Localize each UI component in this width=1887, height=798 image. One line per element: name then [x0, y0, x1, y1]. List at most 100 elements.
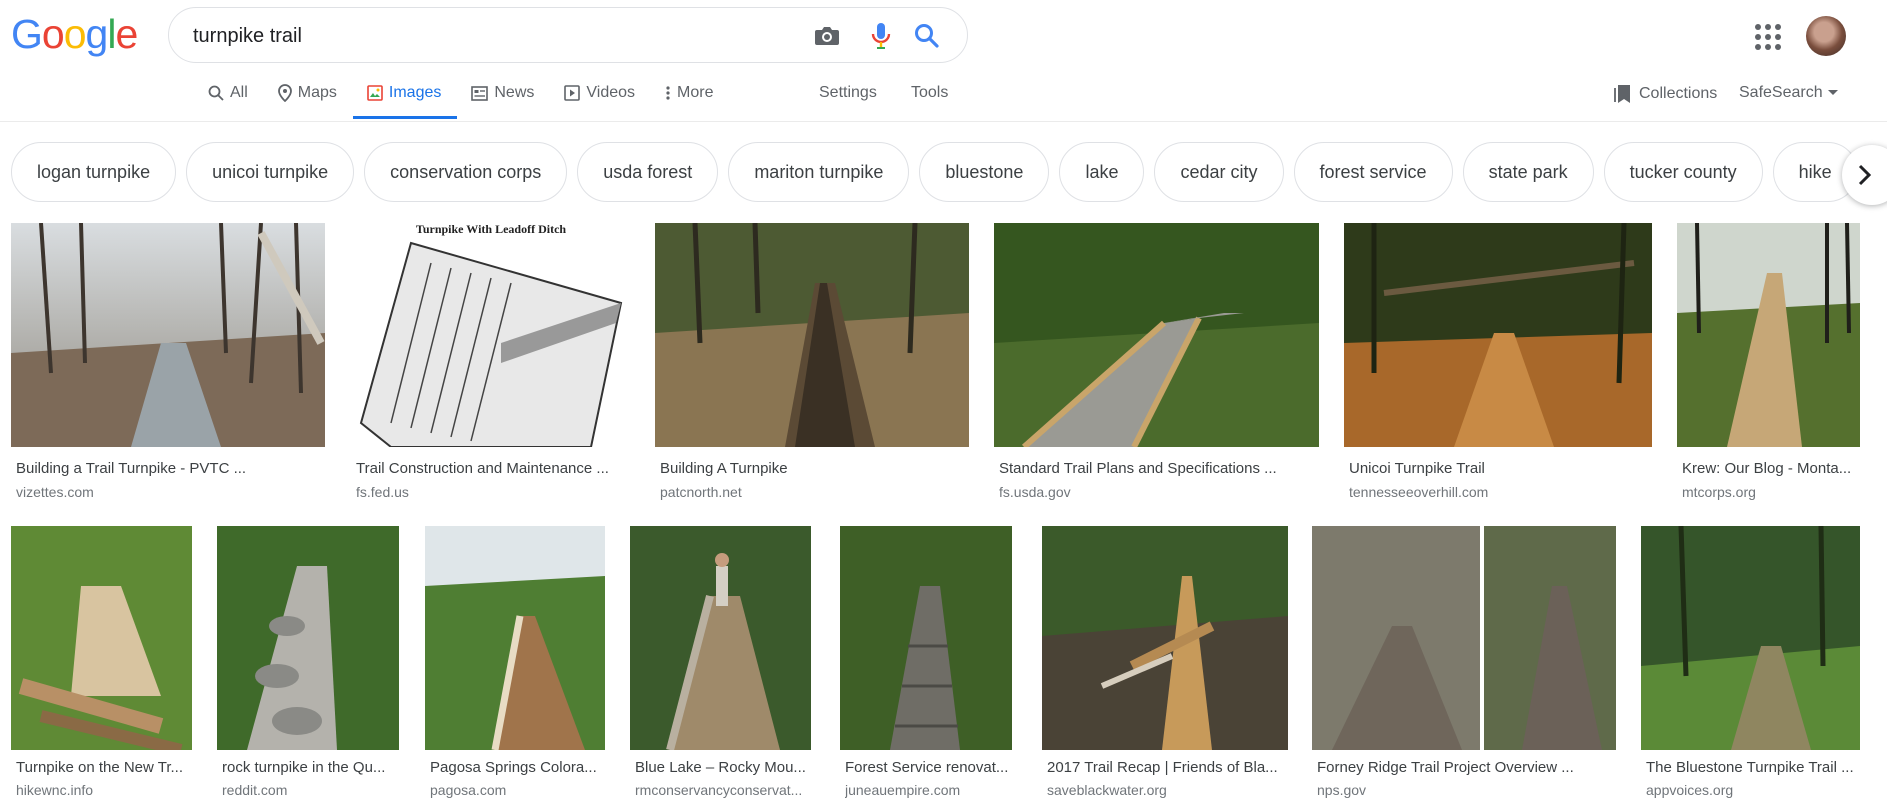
image-result[interactable]: Turnpike on the New Tr... hikewnc.info	[11, 526, 192, 798]
result-source: fs.fed.us	[356, 484, 409, 500]
logo-letter: o	[41, 11, 65, 57]
search-box	[168, 7, 968, 63]
logo-letter: o	[63, 11, 87, 57]
apps-grid-icon[interactable]	[1751, 20, 1781, 50]
google-logo[interactable]: Google	[11, 11, 138, 57]
chip-state-park[interactable]: state park	[1462, 142, 1594, 202]
result-title[interactable]: Turnpike on the New Tr...	[16, 759, 188, 776]
chip-lake[interactable]: lake	[1059, 142, 1145, 202]
search-icon[interactable]	[911, 20, 943, 52]
result-title[interactable]: Forney Ridge Trail Project Overview ...	[1317, 759, 1612, 776]
chip-conservation-corps[interactable]: conservation corps	[364, 142, 568, 202]
collections-label: Collections	[1639, 85, 1718, 102]
tab-maps[interactable]: Maps	[264, 76, 353, 110]
tab-label: Maps	[297, 84, 337, 101]
tab-label: Videos	[586, 84, 636, 101]
image-result[interactable]: Forney Ridge Trail Project Overview ... …	[1312, 526, 1616, 798]
result-title[interactable]: The Bluestone Turnpike Trail ...	[1646, 759, 1858, 776]
related-searches-chips: logan turnpike unicoi turnpike conservat…	[11, 142, 1858, 202]
result-thumbnail[interactable]	[994, 223, 1319, 447]
tab-all[interactable]: All	[194, 76, 264, 110]
result-title[interactable]: Blue Lake – Rocky Mou...	[635, 759, 807, 776]
chevron-right-icon	[1858, 164, 1872, 186]
image-result[interactable]: Building A Turnpike patcnorth.net	[655, 223, 969, 500]
search-icon	[208, 85, 224, 101]
image-result[interactable]: Standard Trail Plans and Specifications …	[994, 223, 1319, 500]
chip-usda-forest[interactable]: usda forest	[577, 142, 719, 202]
result-title[interactable]: Building A Turnpike	[660, 460, 965, 477]
result-thumbnail[interactable]	[1641, 526, 1860, 750]
map-pin-icon	[277, 84, 292, 102]
tab-images[interactable]: Images	[352, 76, 458, 119]
chip-unicoi-turnpike[interactable]: unicoi turnpike	[186, 142, 355, 202]
result-title[interactable]: Building a Trail Turnpike - PVTC ...	[16, 460, 321, 477]
safesearch-dropdown[interactable]: SafeSearch	[1739, 84, 1839, 102]
image-result[interactable]: 2017 Trail Recap | Friends of Bla... sav…	[1042, 526, 1288, 798]
result-thumbnail[interactable]	[11, 526, 192, 750]
safesearch-label: SafeSearch	[1739, 84, 1823, 101]
chip-logan-turnpike[interactable]: logan turnpike	[11, 142, 177, 202]
tab-videos[interactable]: Videos	[550, 76, 651, 110]
result-thumbnail[interactable]	[425, 526, 605, 750]
image-result[interactable]: rock turnpike in the Qu... reddit.com	[217, 526, 399, 798]
result-title[interactable]: Forest Service renovat...	[845, 759, 1010, 776]
logo-letter: e	[115, 11, 138, 57]
result-thumbnail[interactable]: Turnpike With Leadoff Ditch	[351, 223, 631, 447]
tab-label: All	[230, 84, 248, 101]
result-title[interactable]: 2017 Trail Recap | Friends of Bla...	[1047, 759, 1287, 776]
chip-cedar-city[interactable]: cedar city	[1154, 142, 1284, 202]
tab-label: Images	[388, 84, 442, 101]
logo-letter: G	[11, 11, 43, 57]
tab-news[interactable]: News	[457, 76, 550, 110]
result-title[interactable]: Krew: Our Blog - Monta...	[1682, 460, 1857, 477]
caret-down-icon	[1827, 90, 1838, 95]
result-title[interactable]: Standard Trail Plans and Specifications …	[999, 460, 1314, 477]
tab-label: News	[494, 84, 535, 101]
chip-mariton-turnpike[interactable]: mariton turnpike	[728, 142, 910, 202]
result-thumbnail[interactable]	[1344, 223, 1652, 447]
video-icon	[564, 85, 581, 101]
collections-icon	[1614, 85, 1630, 103]
result-thumbnail[interactable]	[1312, 526, 1616, 750]
result-thumbnail[interactable]	[655, 223, 969, 447]
result-thumbnail[interactable]	[630, 526, 811, 750]
result-thumbnail[interactable]	[11, 223, 325, 447]
image-result[interactable]: Building a Trail Turnpike - PVTC ... viz…	[11, 223, 325, 500]
account-avatar[interactable]	[1806, 16, 1846, 56]
result-title[interactable]: rock turnpike in the Qu...	[222, 759, 394, 776]
settings-link[interactable]: Settings	[819, 84, 877, 102]
tab-more[interactable]: More	[651, 76, 729, 110]
result-source: fs.usda.gov	[999, 484, 1071, 500]
result-title[interactable]: Trail Construction and Maintenance ...	[356, 460, 626, 477]
tab-label: More	[677, 84, 714, 101]
chip-bluestone[interactable]: bluestone	[919, 142, 1050, 202]
search-input[interactable]	[193, 21, 753, 51]
logo-letter: l	[107, 11, 116, 57]
image-result[interactable]: The Bluestone Turnpike Trail ... appvoic…	[1641, 526, 1860, 798]
image-result[interactable]: Forest Service renovat... juneauempire.c…	[840, 526, 1012, 798]
logo-letter: g	[85, 11, 109, 57]
collections-link[interactable]: Collections	[1613, 84, 1717, 104]
image-result[interactable]: Unicoi Turnpike Trail tennesseeoverhill.…	[1344, 223, 1652, 500]
header-divider	[0, 121, 1887, 122]
result-source: vizettes.com	[16, 484, 94, 500]
chip-tucker-county[interactable]: tucker county	[1603, 142, 1763, 202]
result-title[interactable]: Unicoi Turnpike Trail	[1349, 460, 1649, 477]
result-source: tennesseeoverhill.com	[1349, 484, 1489, 500]
more-vert-icon	[666, 86, 670, 100]
result-thumbnail[interactable]	[840, 526, 1012, 750]
camera-icon[interactable]	[811, 20, 843, 52]
image-result[interactable]: Pagosa Springs Colora... pagosa.com	[425, 526, 605, 798]
image-result[interactable]: Krew: Our Blog - Monta... mtcorps.org	[1677, 223, 1860, 500]
result-title[interactable]: Pagosa Springs Colora...	[430, 759, 602, 776]
image-result[interactable]: Blue Lake – Rocky Mou... rmconservancyco…	[630, 526, 811, 798]
mic-icon[interactable]	[865, 20, 897, 52]
result-thumbnail[interactable]	[1042, 526, 1288, 750]
chip-forest-service[interactable]: forest service	[1293, 142, 1453, 202]
image-result[interactable]: Turnpike With Leadoff Ditch Trail Constr…	[351, 223, 631, 500]
tools-link[interactable]: Tools	[911, 84, 948, 102]
search-tabs: All Maps Images News Videos More	[194, 76, 729, 122]
result-source: patcnorth.net	[660, 484, 742, 500]
result-thumbnail[interactable]	[217, 526, 399, 750]
result-thumbnail[interactable]	[1677, 223, 1860, 447]
